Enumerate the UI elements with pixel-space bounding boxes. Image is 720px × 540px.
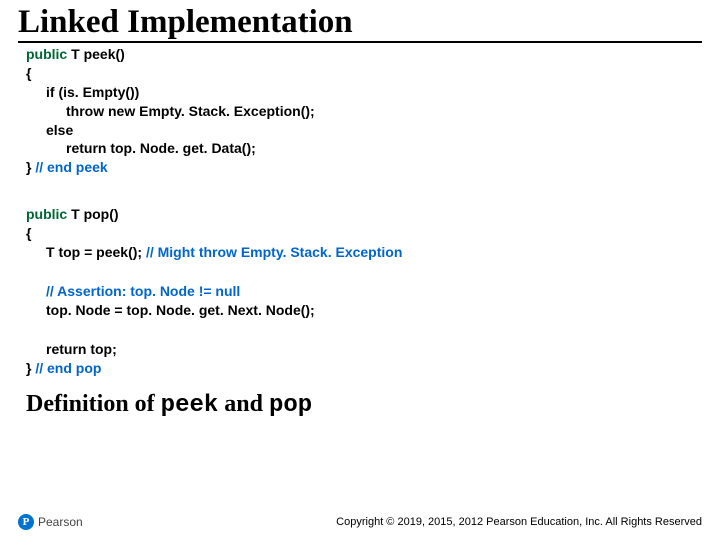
code-line: { [26, 224, 702, 243]
logo-text: Pearson [38, 515, 83, 529]
logo-icon: P [18, 514, 34, 530]
copyright-text: Copyright © 2019, 2015, 2012 Pearson Edu… [336, 516, 702, 528]
code-line: public T pop() [26, 205, 702, 224]
code-text: T pop() [67, 206, 118, 222]
code-line: if (is. Empty()) [26, 83, 702, 102]
code-block-pop: public T pop() { T top = peek(); // Migh… [26, 205, 702, 377]
code-comment: // end pop [35, 360, 101, 376]
keyword-public: public [26, 206, 67, 222]
code-line: { [26, 64, 702, 83]
code-text: T peek() [67, 46, 125, 62]
code-line: } // end pop [26, 359, 702, 378]
code-block-peek: public T peek() { if (is. Empty()) throw… [26, 45, 702, 177]
code-line: else [26, 121, 702, 140]
code-line: } // end peek [26, 158, 702, 177]
publisher-logo: P Pearson [18, 514, 83, 530]
subtitle-text: Definition of [26, 391, 161, 417]
code-line: throw new Empty. Stack. Exception(); [26, 102, 702, 121]
code-comment: // Might throw Empty. Stack. Exception [146, 244, 402, 260]
code-line: top. Node = top. Node. get. Next. Node()… [26, 301, 702, 320]
keyword-public: public [26, 46, 67, 62]
code-line: // Assertion: top. Node != null [26, 282, 702, 301]
code-line: T top = peek(); // Might throw Empty. St… [26, 243, 702, 262]
code-line: public T peek() [26, 45, 702, 64]
page-title: Linked Implementation [18, 4, 702, 43]
subtitle-text: and [218, 391, 269, 417]
code-comment: // Assertion: top. Node != null [46, 283, 240, 299]
subtitle-mono: peek [161, 392, 219, 419]
code-line: return top; [26, 340, 702, 359]
subtitle: Definition of peek and pop [26, 391, 702, 419]
code-comment: // end peek [35, 159, 107, 175]
subtitle-mono: pop [269, 392, 312, 419]
footer: P Pearson Copyright © 2019, 2015, 2012 P… [18, 514, 702, 530]
code-line: return top. Node. get. Data(); [26, 139, 702, 158]
